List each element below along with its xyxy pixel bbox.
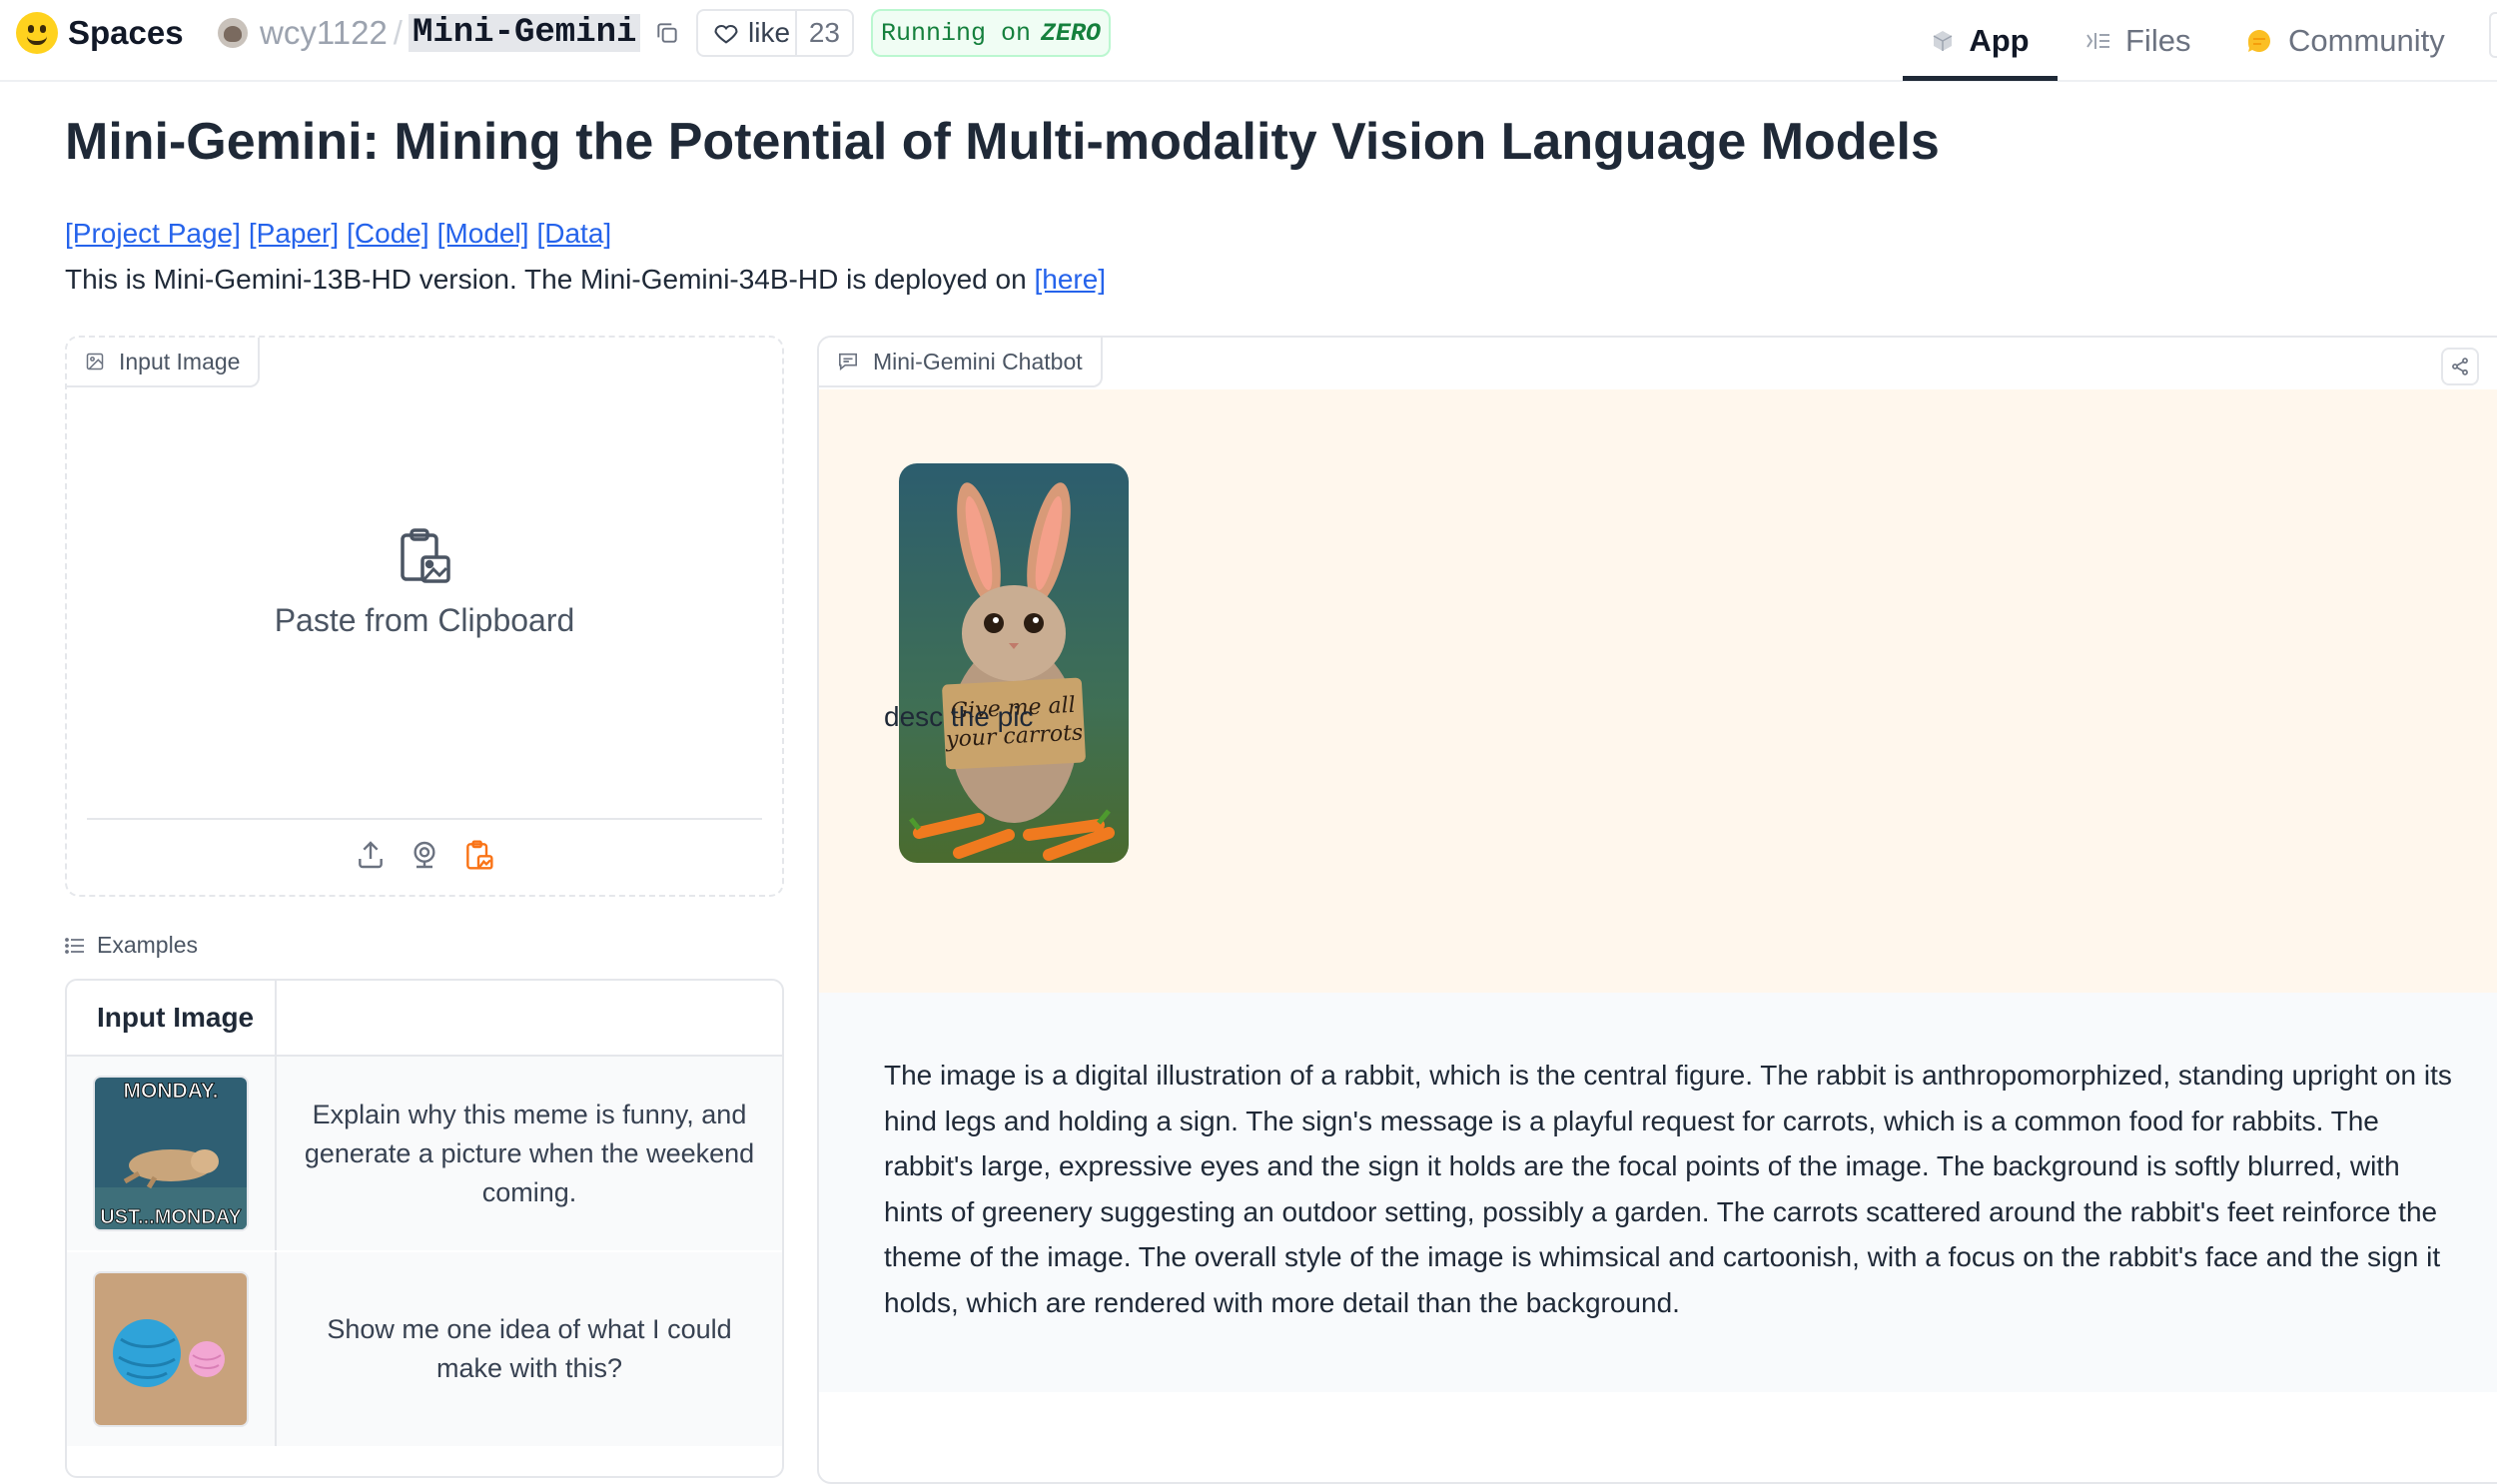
bot-message: The image is a digital illustration of a… (819, 993, 2497, 1392)
webcam-icon[interactable] (409, 839, 440, 871)
table-row[interactable]: Show me one idea of what I could make wi… (67, 1252, 782, 1448)
project-page-link[interactable]: [Project Page] (65, 218, 241, 250)
image-icon (86, 353, 104, 371)
bot-message-text: The image is a digital illustration of a… (884, 1060, 2452, 1318)
examples-label-text: Examples (97, 932, 198, 958)
heart-icon (714, 24, 738, 44)
rabbit-illustration: Give me all your carrots (899, 463, 1129, 863)
active-tab-indicator (1903, 76, 2058, 81)
menu-button[interactable] (2489, 12, 2497, 58)
share-icon (2452, 358, 2468, 375)
example-prompt[interactable]: Explain why this meme is funny, and gene… (277, 1057, 782, 1250)
tab-app[interactable]: App (1903, 0, 2058, 82)
files-icon (2086, 33, 2109, 49)
clipboard-icon[interactable] (462, 839, 494, 871)
input-image-panel[interactable]: Input Image Paste from Clipboard (65, 336, 784, 897)
chatbot-label-text: Mini-Gemini Chatbot (873, 348, 1083, 374)
here-link[interactable]: [here] (1034, 264, 1106, 295)
model-link[interactable]: [Model] (437, 218, 529, 250)
meme-top-text: MONDAY. (124, 1080, 219, 1103)
repo-name[interactable]: Mini-Gemini (408, 14, 641, 52)
copy-icon[interactable] (654, 20, 680, 46)
column-header-input-image: Input Image (67, 981, 277, 1055)
like-count[interactable]: 23 (794, 11, 852, 55)
yarn-balls-thumbnail[interactable] (93, 1271, 249, 1427)
table-row[interactable]: MONDAY. UST...MONDAY Explain why this me… (67, 1057, 782, 1252)
like-button[interactable]: like 23 (696, 9, 854, 57)
tab-community[interactable]: Community (2244, 0, 2445, 82)
monday-meme-image: MONDAY. UST...MONDAY (95, 1078, 247, 1229)
examples-label: Examples (65, 932, 198, 959)
user-message: Give me all your carrots desc the pic (819, 389, 2497, 993)
tab-community-label: Community (2288, 23, 2445, 58)
chatbot-panel: Mini-Gemini Chatbot Give me all your car… (817, 336, 2497, 1484)
code-link[interactable]: [Code] (347, 218, 429, 250)
status-badge[interactable]: Running on ZERO (871, 9, 1111, 57)
user-message-text: desc the pic (884, 701, 1034, 732)
avatar[interactable] (218, 18, 248, 48)
status-prefix: Running on (880, 18, 1031, 48)
community-icon (2248, 30, 2270, 52)
breadcrumb-separator: / (393, 14, 403, 51)
tab-files[interactable]: Files (2085, 0, 2190, 82)
paste-from-clipboard-text: Paste from Clipboard (274, 602, 575, 638)
upload-icon[interactable] (355, 839, 387, 871)
example-prompt[interactable]: Show me one idea of what I could make wi… (277, 1252, 782, 1446)
clipboard-image-icon (401, 528, 450, 583)
image-source-selector (67, 839, 782, 871)
share-button[interactable] (2441, 348, 2479, 385)
example-thumbnail-cell (67, 1252, 277, 1446)
top-navigation-bar: Spaces wcy1122 / Mini-Gemini like 23 Run… (0, 0, 2497, 82)
input-image-label-text: Input Image (119, 348, 241, 374)
table-header: Input Image (67, 981, 782, 1057)
rabbit-image[interactable]: Give me all your carrots (899, 463, 1129, 863)
page-title: Mini-Gemini: Mining the Potential of Mul… (65, 113, 1940, 171)
chatbot-label: Mini-Gemini Chatbot (819, 338, 1103, 387)
example-thumbnail-cell: MONDAY. UST...MONDAY (67, 1057, 277, 1250)
like-label: like (748, 17, 791, 48)
resource-links: [Project Page] [Paper] [Code] [Model] [D… (65, 218, 611, 250)
chat-icon (839, 353, 857, 371)
breadcrumb: wcy1122 / Mini-Gemini (218, 14, 680, 52)
tab-app-label: App (1969, 23, 2030, 58)
brand-label: Spaces (68, 14, 184, 51)
data-link[interactable]: [Data] (536, 218, 611, 250)
owner-link[interactable]: wcy1122 (260, 14, 388, 52)
yarn-balls-image (95, 1273, 247, 1425)
version-description: This is Mini-Gemini-13B-HD version. The … (65, 264, 1106, 296)
paste-from-clipboard-area[interactable]: Paste from Clipboard (67, 527, 782, 639)
input-image-label: Input Image (67, 338, 261, 387)
status-hardware: ZERO (1041, 18, 1102, 48)
meme-bottom-text: UST...MONDAY (100, 1206, 242, 1228)
spaces-home-link[interactable]: Spaces (16, 12, 184, 54)
divider (87, 818, 762, 820)
version-text: This is Mini-Gemini-13B-HD version. The … (65, 264, 1035, 295)
tab-files-label: Files (2125, 23, 2191, 58)
paper-link[interactable]: [Paper] (249, 218, 339, 250)
cube-icon (1933, 31, 1953, 51)
list-icon (65, 937, 84, 954)
examples-table: Input Image MONDAY. UST...MONDAY Explain… (65, 979, 784, 1478)
hugging-face-logo-icon (16, 12, 58, 54)
monday-meme-thumbnail[interactable]: MONDAY. UST...MONDAY (93, 1076, 249, 1231)
